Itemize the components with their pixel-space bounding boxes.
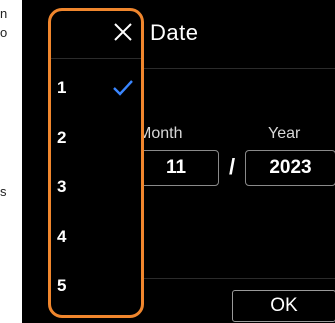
device-screen: Date Month Year 11 / 2023 OK 1 2 3 4 5: [22, 0, 335, 323]
list-item-1[interactable]: 1: [51, 66, 141, 110]
background-text-fragment: s: [0, 184, 7, 199]
list-item-2[interactable]: 2: [51, 116, 141, 160]
month-field[interactable]: 11: [133, 150, 219, 186]
list-item-label: 5: [57, 276, 67, 295]
list-item-label: 3: [57, 177, 67, 196]
day-dropdown-list[interactable]: 1 2 3 4 5: [48, 8, 144, 318]
month-label: Month: [138, 125, 183, 142]
list-item-5[interactable]: 5: [51, 264, 141, 308]
checkmark-icon: [113, 80, 133, 96]
footer-divider: [128, 278, 335, 279]
dialog-title: Date: [150, 20, 199, 45]
background-text-fragment: n: [0, 6, 8, 21]
year-label: Year: [268, 125, 301, 142]
close-icon[interactable]: [111, 20, 135, 44]
list-item-3[interactable]: 3: [51, 165, 141, 209]
list-item-label: 2: [57, 128, 67, 147]
list-header-divider: [51, 58, 141, 59]
ok-button[interactable]: OK: [232, 290, 335, 322]
list-item-4[interactable]: 4: [51, 215, 141, 259]
date-separator: /: [229, 154, 236, 179]
year-field[interactable]: 2023: [245, 150, 335, 186]
date-dialog: Date Month Year 11 / 2023 OK: [128, 0, 335, 323]
list-item-label: 1: [57, 78, 67, 97]
background-text-fragment: o: [0, 25, 8, 40]
list-item-label: 4: [57, 227, 67, 246]
background-strip: n o s: [0, 0, 22, 323]
title-divider: [128, 68, 335, 69]
